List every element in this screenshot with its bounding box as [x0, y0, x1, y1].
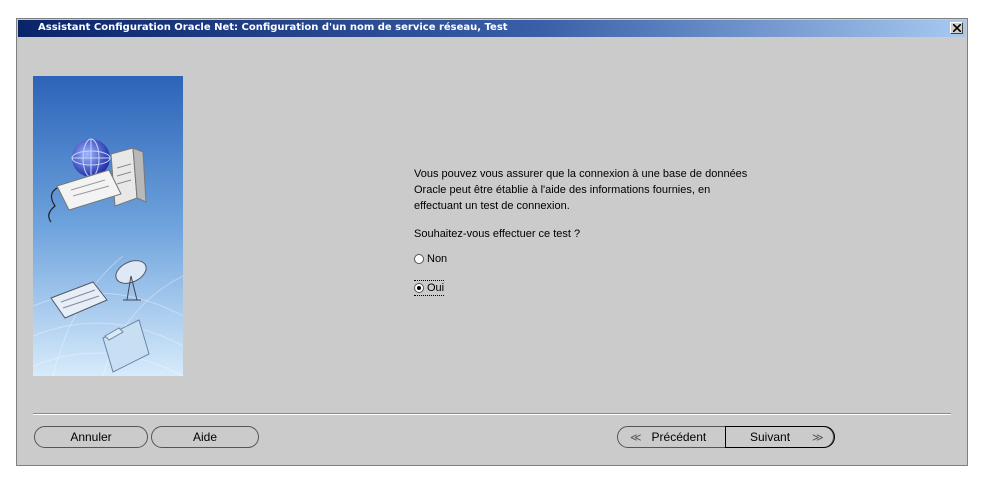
- window-title: Assistant Configuration Oracle Net: Conf…: [38, 22, 508, 33]
- navigation-buttons: ≪ Précédent Suivant ≫: [617, 426, 835, 448]
- radio-label-non: Non: [427, 253, 448, 265]
- close-button[interactable]: [950, 22, 963, 34]
- server-icon: [110, 147, 147, 207]
- help-button-label: Aide: [192, 430, 218, 444]
- next-button[interactable]: Suivant ≫: [725, 426, 835, 448]
- cancel-button[interactable]: Annuler: [34, 426, 148, 448]
- previous-button-label: Précédent: [651, 430, 707, 444]
- focus-indicator: Oui: [414, 280, 445, 296]
- previous-button[interactable]: ≪ Précédent: [618, 427, 726, 447]
- wizard-illustration: [33, 76, 183, 376]
- help-button[interactable]: Aide: [151, 426, 259, 448]
- title-bar[interactable]: Assistant Configuration Oracle Net: Conf…: [18, 20, 966, 37]
- chevron-left-icon: ≪: [630, 431, 642, 444]
- radio-button-non[interactable]: [414, 254, 424, 264]
- radio-option-oui[interactable]: Oui: [414, 280, 774, 296]
- radio-button-oui[interactable]: [414, 283, 424, 293]
- next-button-label: Suivant: [750, 430, 791, 444]
- radio-option-non[interactable]: Non: [414, 251, 774, 267]
- close-icon: [953, 24, 961, 32]
- description-text: Vous pouvez vous assurer que la connexio…: [414, 168, 748, 212]
- radio-label-oui: Oui: [427, 282, 445, 294]
- wizard-content: Vous pouvez vous assurer que la connexio…: [414, 166, 774, 296]
- cancel-button-label: Annuler: [70, 430, 112, 444]
- chevron-right-icon: ≫: [812, 431, 824, 444]
- question-text: Souhaitez-vous effectuer ce test ?: [414, 228, 581, 240]
- wizard-dialog: Assistant Configuration Oracle Net: Conf…: [16, 18, 968, 466]
- button-separator: [33, 413, 951, 415]
